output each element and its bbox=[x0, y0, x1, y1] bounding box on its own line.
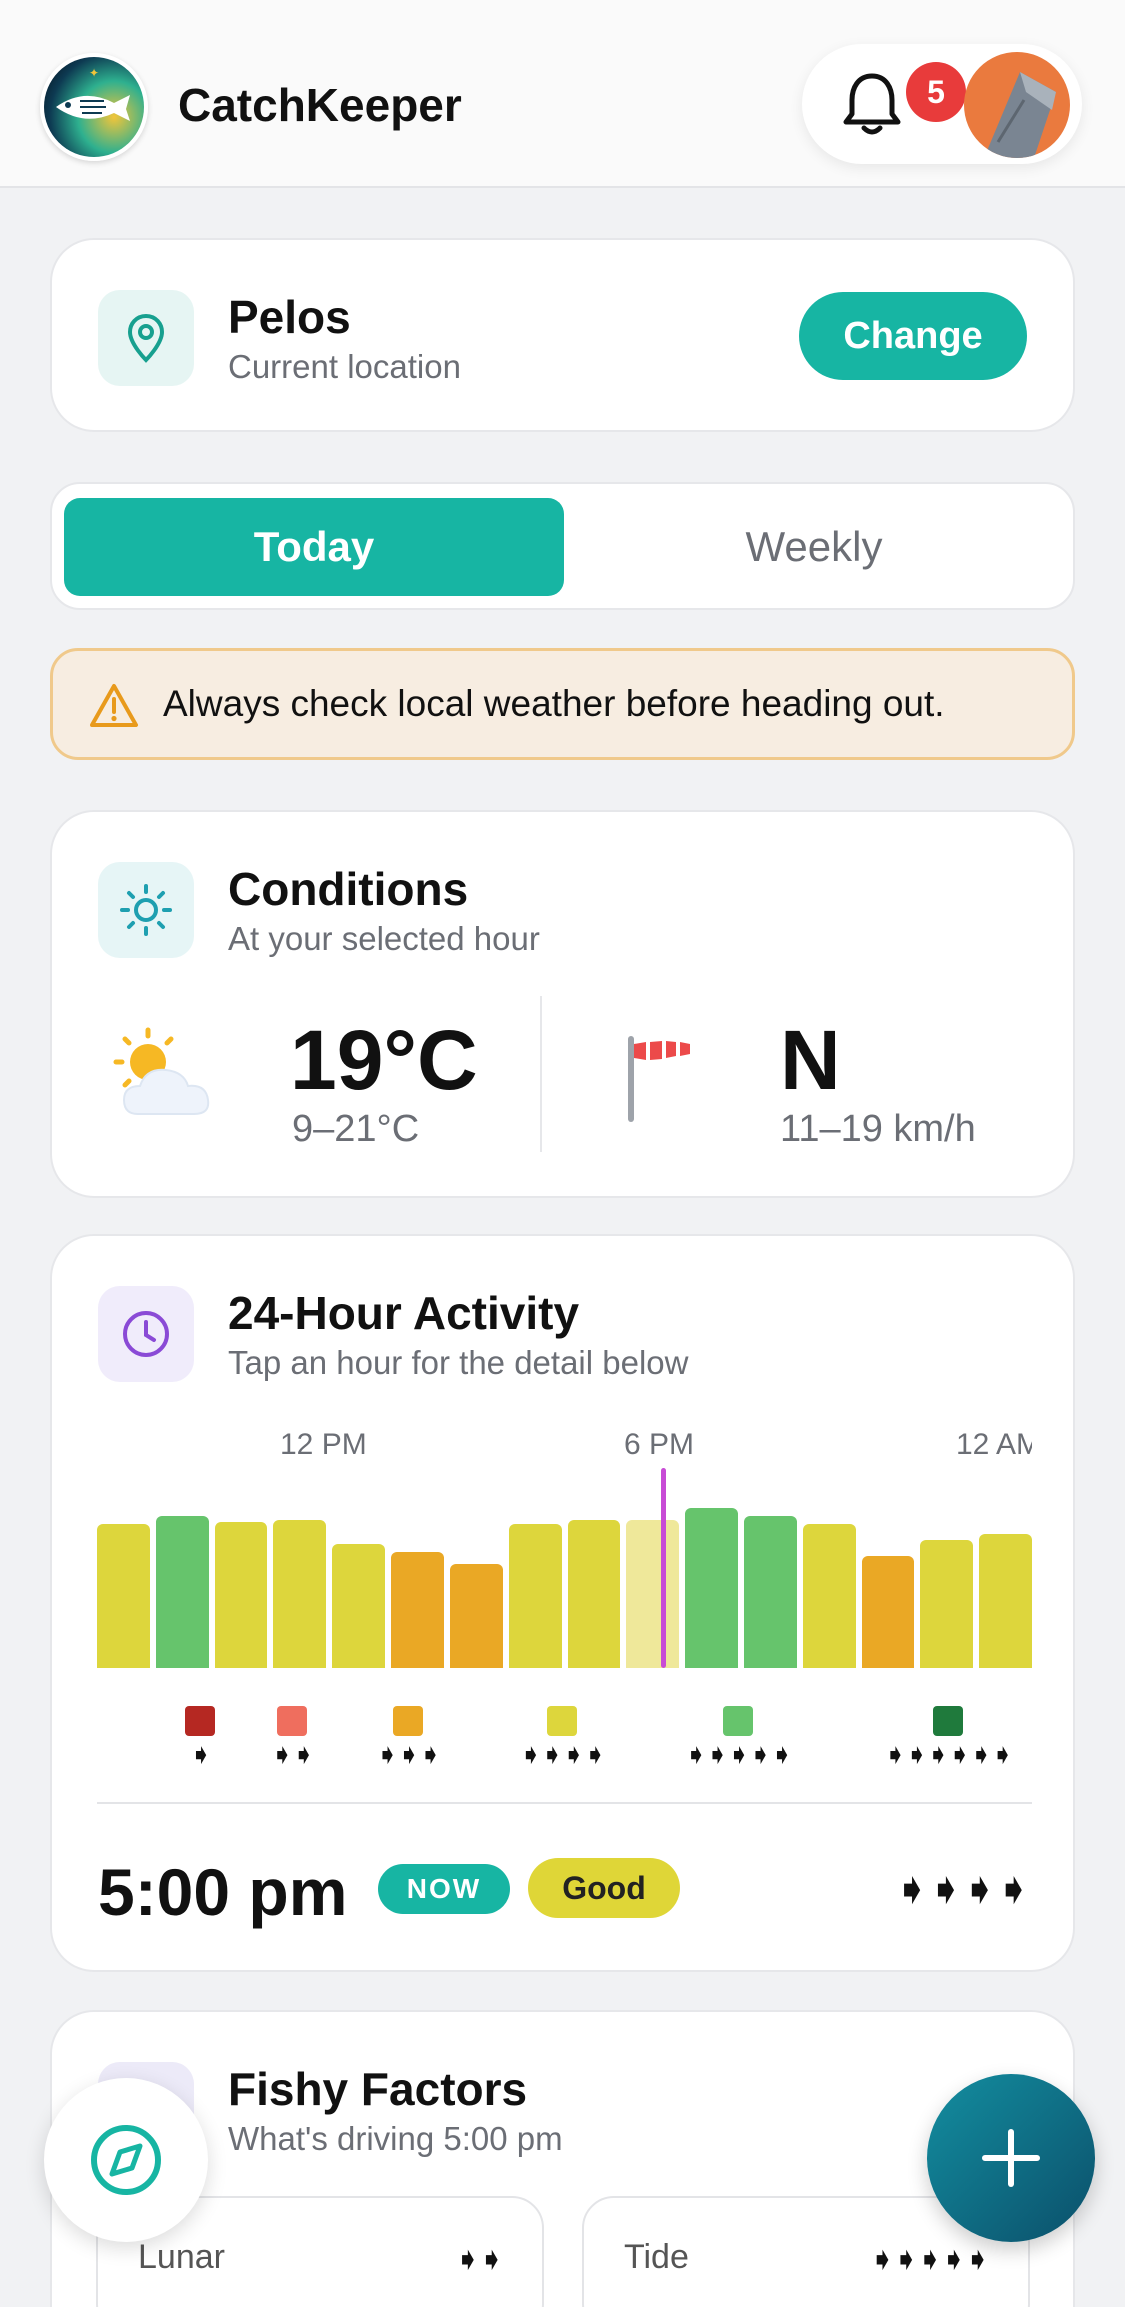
compass-button[interactable] bbox=[44, 2078, 208, 2242]
wind-speed-range: 11–19 km/h bbox=[780, 1108, 976, 1150]
location-pin-icon bbox=[98, 290, 194, 386]
legend-fish-icons: ➧➧➧➧➧ bbox=[684, 1739, 793, 1770]
activity-bar[interactable] bbox=[685, 1508, 738, 1668]
conditions-subtitle: At your selected hour bbox=[228, 920, 540, 957]
legend-fish-icons: ➧ bbox=[189, 1739, 213, 1770]
activity-bar[interactable] bbox=[391, 1552, 444, 1668]
weather-warning-banner: Always check local weather before headin… bbox=[50, 648, 1075, 760]
clock-icon bbox=[98, 1286, 194, 1382]
legend-swatch bbox=[185, 1706, 215, 1736]
activity-bar[interactable] bbox=[920, 1540, 974, 1668]
temperature-value: 19°C bbox=[290, 1013, 478, 1107]
tick-label: 12 PM bbox=[280, 1428, 367, 1461]
conditions-card: Conditions At your selected hour 19°C 9–… bbox=[50, 810, 1075, 1198]
legend-swatch bbox=[393, 1706, 423, 1736]
activity-bar[interactable] bbox=[155, 1516, 209, 1668]
bell-icon bbox=[843, 73, 901, 135]
rating-badge: Good bbox=[528, 1858, 680, 1918]
svg-text:✦: ✦ bbox=[89, 66, 99, 80]
activity-bar[interactable] bbox=[979, 1534, 1032, 1668]
change-location-button[interactable]: Change bbox=[799, 292, 1027, 380]
legend-fish-icons: ➧➧ bbox=[270, 1739, 316, 1770]
activity-bar[interactable] bbox=[97, 1524, 150, 1668]
tick-label: 12 AM bbox=[956, 1428, 1032, 1461]
plus-icon bbox=[982, 2129, 1040, 2187]
temperature-range: 9–21°C bbox=[292, 1108, 420, 1150]
app-logo-icon: ✦ bbox=[40, 53, 148, 161]
top-actions: 5 bbox=[802, 44, 1082, 164]
legend-fish-icons: ➧➧➧➧➧➧ bbox=[883, 1739, 1015, 1770]
activity-bar[interactable] bbox=[508, 1524, 562, 1668]
activity-bar[interactable] bbox=[273, 1520, 327, 1668]
activity-title: 24-Hour Activity bbox=[228, 1287, 580, 1339]
activity-bar[interactable] bbox=[567, 1520, 621, 1668]
location-name: Pelos bbox=[228, 291, 351, 343]
location-subtitle: Current location bbox=[228, 348, 461, 385]
activity-bars bbox=[97, 1468, 1032, 1668]
tick-label: 6 PM bbox=[624, 1428, 695, 1461]
view-tabs: Today Weekly bbox=[50, 482, 1075, 610]
legend-swatch bbox=[547, 1706, 577, 1736]
app-title: CatchKeeper bbox=[178, 79, 462, 131]
wind-direction: N bbox=[780, 1013, 841, 1107]
factor-fish-icons: ➧➧➧➧➧ bbox=[868, 2241, 991, 2277]
legend-fish-icons: ➧➧➧➧ bbox=[519, 1739, 607, 1770]
legend-swatch bbox=[277, 1706, 307, 1736]
selected-hour-time: 5:00 pm bbox=[98, 1855, 348, 1929]
activity-bar[interactable] bbox=[861, 1556, 915, 1668]
activity-bar[interactable] bbox=[214, 1522, 268, 1668]
factor-fish-icons: ➧➧ bbox=[454, 2241, 505, 2277]
factor-label: Tide bbox=[624, 2238, 689, 2276]
activity-bar[interactable] bbox=[743, 1516, 797, 1668]
location-card: Pelos Current location Change bbox=[50, 238, 1075, 432]
windsock-icon bbox=[628, 1036, 690, 1122]
user-avatar[interactable] bbox=[964, 52, 1070, 158]
warning-text: Always check local weather before headin… bbox=[163, 683, 945, 724]
tick-clip: 12 AM bbox=[956, 1422, 1032, 1468]
top-bar: ✦ CatchKeeper 5 bbox=[0, 0, 1125, 188]
conditions-divider bbox=[540, 996, 542, 1152]
rating-fish-icons: ➧➧➧➧ bbox=[893, 1865, 1032, 1914]
now-badge: NOW bbox=[378, 1864, 510, 1914]
legend-swatch bbox=[933, 1706, 963, 1736]
activity-bar[interactable] bbox=[802, 1524, 856, 1668]
factors-subtitle: What's driving 5:00 pm bbox=[228, 2120, 563, 2157]
now-marker bbox=[661, 1468, 666, 1668]
notifications-button[interactable]: 5 bbox=[834, 62, 966, 142]
activity-bar[interactable] bbox=[449, 1564, 503, 1668]
factors-title: Fishy Factors bbox=[228, 2063, 528, 2115]
tab-weekly[interactable]: Weekly bbox=[564, 498, 1064, 596]
activity-card: 24-Hour Activity Tap an hour for the det… bbox=[50, 1234, 1075, 1972]
partly-cloudy-icon bbox=[113, 1027, 210, 1115]
tab-today[interactable]: Today bbox=[64, 498, 564, 596]
add-catch-button[interactable] bbox=[927, 2074, 1095, 2242]
compass-icon bbox=[91, 2125, 161, 2195]
notification-badge: 5 bbox=[906, 62, 966, 122]
legend-fish-icons: ➧➧➧ bbox=[375, 1739, 442, 1770]
conditions-title: Conditions bbox=[228, 863, 469, 915]
activity-divider bbox=[97, 1802, 1032, 1804]
factor-label: Lunar bbox=[138, 2238, 225, 2276]
sun-icon bbox=[98, 862, 194, 958]
warning-icon bbox=[90, 684, 138, 727]
activity-bar[interactable] bbox=[332, 1544, 386, 1668]
activity-subtitle: Tap an hour for the detail below bbox=[228, 1344, 689, 1381]
legend-swatch bbox=[723, 1706, 753, 1736]
activity-bar[interactable] bbox=[626, 1520, 680, 1668]
